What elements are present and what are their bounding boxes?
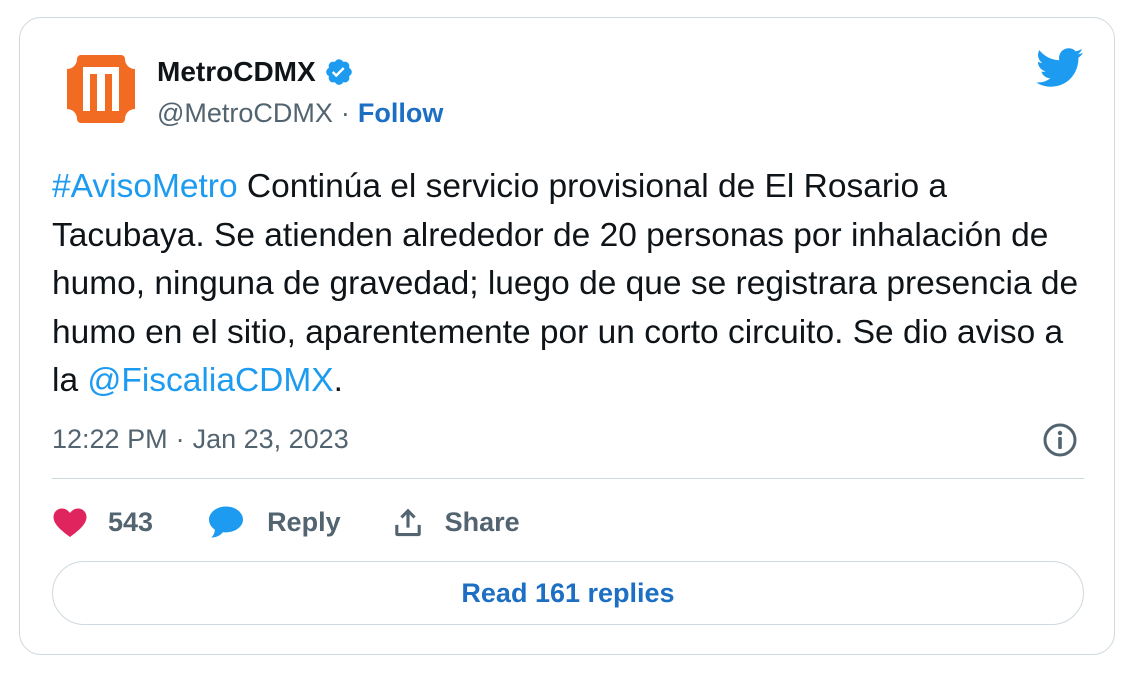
- metro-logo-icon[interactable]: [67, 55, 135, 123]
- mention-link[interactable]: @FiscaliaCDMX: [87, 362, 333, 399]
- separator-dot: ·: [340, 98, 350, 128]
- twitter-bird-icon[interactable]: [1036, 48, 1084, 88]
- handle-row: @MetroCDMX · Follow: [157, 95, 443, 131]
- like-count: 543: [108, 506, 154, 537]
- action-bar: 543 Reply Share: [52, 500, 520, 544]
- reply-button[interactable]: Reply: [207, 505, 341, 539]
- tweet-end-punctuation: .: [333, 362, 343, 399]
- timestamp[interactable]: 12:22 PM · Jan 23, 2023: [52, 421, 349, 457]
- tweet-time[interactable]: 12:22 PM: [52, 421, 168, 457]
- share-upload-icon[interactable]: [391, 505, 425, 539]
- speech-bubble-icon[interactable]: [207, 505, 245, 539]
- timestamp-separator: ·: [175, 424, 185, 454]
- hashtag-link[interactable]: #AvisoMetro: [52, 168, 238, 205]
- reply-label: Reply: [267, 506, 341, 537]
- read-replies-button[interactable]: Read 161 replies: [52, 561, 1084, 625]
- share-button[interactable]: Share: [391, 505, 520, 539]
- share-label: Share: [444, 506, 520, 537]
- display-name[interactable]: MetroCDMX: [157, 54, 316, 90]
- divider: [52, 478, 1084, 479]
- like-button[interactable]: 543: [52, 506, 153, 538]
- account-handle[interactable]: @MetroCDMX: [157, 95, 333, 131]
- tweet-text: #AvisoMetro Continúa el servicio provisi…: [52, 163, 1092, 406]
- tweet-card: MetroCDMX @MetroCDMX · Follow #AvisoMetr…: [19, 17, 1115, 655]
- verified-badge-icon: [324, 57, 354, 87]
- follow-button[interactable]: Follow: [358, 95, 443, 131]
- heart-icon[interactable]: [52, 506, 88, 538]
- read-replies-label: Read 161 replies: [461, 577, 675, 608]
- info-icon[interactable]: [1042, 422, 1078, 458]
- account-name-row[interactable]: MetroCDMX: [157, 54, 354, 90]
- tweet-date[interactable]: Jan 23, 2023: [193, 421, 349, 457]
